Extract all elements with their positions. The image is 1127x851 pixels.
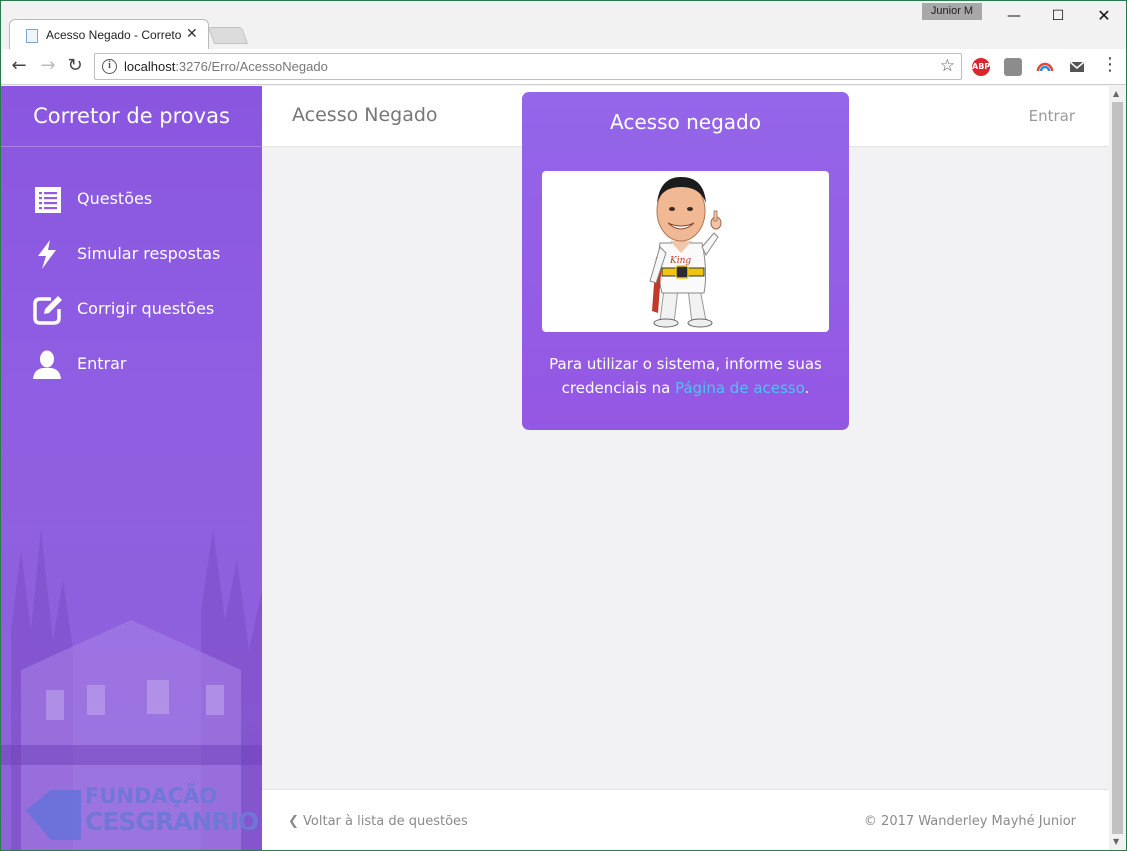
browser-tab[interactable]: Acesso Negado - Correto ✕ bbox=[9, 19, 209, 49]
title-bar: Junior M — ☐ ✕ Acesso Negado - Correto ✕ bbox=[1, 1, 1126, 49]
browser-window: Junior M — ☐ ✕ Acesso Negado - Correto ✕… bbox=[0, 0, 1127, 851]
sidebar-item-label: Corrigir questões bbox=[77, 299, 215, 318]
sidebar-item-corrigir-questoes[interactable]: Corrigir questões bbox=[31, 293, 251, 327]
logo-line-2: CESGRANRIO bbox=[85, 807, 259, 836]
tab-close-icon[interactable]: ✕ bbox=[186, 26, 198, 42]
brand-title[interactable]: Corretor de provas bbox=[1, 86, 262, 147]
reload-icon[interactable]: ↻ bbox=[64, 55, 86, 77]
minimize-icon[interactable]: — bbox=[991, 1, 1037, 31]
maximize-icon[interactable]: ☐ bbox=[1035, 1, 1081, 31]
caricature-illustration: King bbox=[649, 177, 722, 328]
sidebar-item-label: Questões bbox=[77, 189, 153, 208]
scroll-down-icon[interactable]: ▼ bbox=[1113, 837, 1119, 846]
sidebar-item-questoes[interactable]: Questões bbox=[31, 183, 251, 217]
lightning-icon bbox=[38, 240, 56, 269]
page-title: Acesso Negado bbox=[292, 104, 438, 126]
back-arrow-icon[interactable]: ← bbox=[8, 55, 30, 77]
login-page-link[interactable]: Página de acesso bbox=[675, 379, 804, 397]
caricature-image: King bbox=[542, 171, 829, 332]
extension-icon[interactable] bbox=[1004, 58, 1022, 76]
browser-menu-icon[interactable]: ⋮ bbox=[1101, 54, 1119, 75]
vertical-scrollbar[interactable]: ▲ ▼ bbox=[1109, 86, 1126, 850]
profile-button[interactable]: Junior M bbox=[922, 3, 982, 20]
user-icon bbox=[33, 350, 61, 379]
mail-extension-icon[interactable] bbox=[1068, 58, 1086, 76]
site-info-icon[interactable]: i bbox=[102, 59, 117, 74]
rainbow-extension-icon[interactable] bbox=[1036, 58, 1054, 76]
scroll-up-icon[interactable]: ▲ bbox=[1113, 89, 1119, 98]
page-favicon-icon bbox=[26, 29, 38, 43]
new-tab-button[interactable] bbox=[207, 27, 249, 44]
card-text-suffix: . bbox=[804, 379, 810, 397]
card-text-line-1: Para utilizar o sistema, informe suas bbox=[549, 355, 822, 373]
card-title: Acesso negado bbox=[610, 110, 761, 134]
forward-arrow-icon[interactable]: → bbox=[37, 55, 59, 77]
sidebar-item-label: Simular respostas bbox=[77, 244, 221, 263]
scrollbar-thumb[interactable] bbox=[1112, 102, 1123, 834]
url-text[interactable]: localhost:3276/Erro/AcessoNegado bbox=[124, 59, 328, 74]
footer: ❮ Voltar à lista de questões © 2017 Wand… bbox=[262, 789, 1109, 850]
address-bar[interactable]: i localhost:3276/Erro/AcessoNegado ☆ bbox=[94, 53, 962, 80]
close-window-icon[interactable]: ✕ bbox=[1081, 1, 1126, 31]
logo-line-1: FUNDAÇÃO bbox=[85, 784, 218, 808]
back-link-label: Voltar à lista de questões bbox=[303, 814, 468, 829]
sidebar: FUNDAÇÃO CESGRANRIO Corretor de provas Q… bbox=[1, 86, 262, 850]
edit-icon bbox=[33, 296, 62, 325]
back-to-questions-link[interactable]: ❮ Voltar à lista de questões bbox=[288, 814, 468, 829]
svg-text:King: King bbox=[669, 256, 691, 266]
chevron-left-icon: ❮ bbox=[288, 814, 299, 829]
bookmark-star-icon[interactable]: ☆ bbox=[940, 56, 955, 76]
cesgranrio-logo: FUNDAÇÃO CESGRANRIO bbox=[85, 783, 259, 836]
sidebar-item-entrar[interactable]: Entrar bbox=[31, 348, 251, 382]
sidebar-item-label: Entrar bbox=[77, 354, 127, 373]
login-link[interactable]: Entrar bbox=[1029, 107, 1075, 125]
tab-title: Acesso Negado - Correto bbox=[46, 28, 182, 42]
card-text-line-2: credenciais na bbox=[561, 379, 676, 397]
list-icon bbox=[35, 187, 61, 213]
card-message: Para utilizar o sistema, informe suas cr… bbox=[542, 352, 829, 400]
access-denied-card: Acesso negado King Para utilizar o siste… bbox=[522, 92, 849, 430]
adblock-icon[interactable]: ABP bbox=[972, 58, 990, 76]
sidebar-item-simular-respostas[interactable]: Simular respostas bbox=[31, 238, 251, 272]
copyright-text: © 2017 Wanderley Mayhé Junior bbox=[863, 814, 1076, 829]
browser-toolbar: ← → ↻ i localhost:3276/Erro/AcessoNegado… bbox=[1, 49, 1126, 85]
